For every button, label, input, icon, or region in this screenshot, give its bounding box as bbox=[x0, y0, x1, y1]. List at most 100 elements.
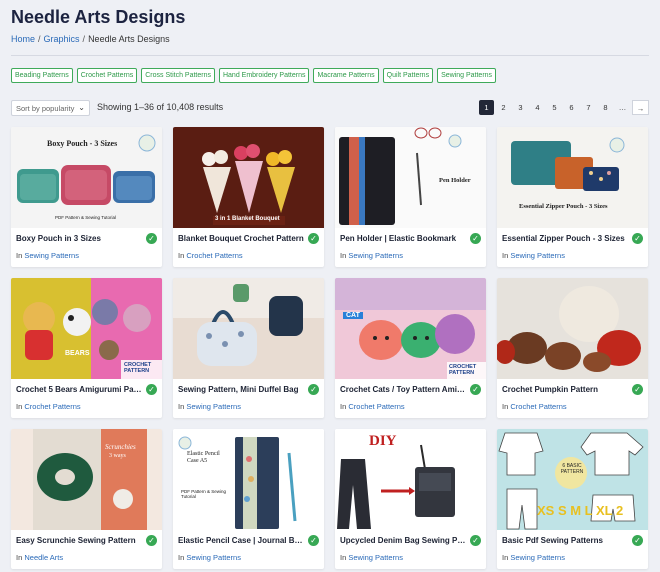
page-link-8[interactable]: 8 bbox=[598, 100, 613, 115]
product-thumbnail[interactable]: 6 BASIC PATTERN XS S M L XL 2 bbox=[497, 429, 648, 530]
check-icon: ✓ bbox=[470, 384, 481, 395]
thumbnail-subcaption: 6 BASIC PATTERN bbox=[560, 463, 584, 475]
denim-bag-image bbox=[335, 429, 486, 530]
result-count: Showing 1–36 of 10,408 results bbox=[97, 102, 224, 112]
product-grid: Boxy Pouch - 3 Sizes PDF Pattern & Sewin… bbox=[11, 127, 648, 569]
product-thumbnail[interactable]: Boxy Pouch - 3 Sizes PDF Pattern & Sewin… bbox=[11, 127, 162, 228]
filter-crochet-patterns[interactable]: Crochet Patterns bbox=[76, 68, 138, 83]
product-thumbnail[interactable]: BEARS CROCHET PATTERN bbox=[11, 278, 162, 379]
category-prefix: In bbox=[16, 553, 23, 562]
thumbnail-caption: Boxy Pouch - 3 Sizes bbox=[47, 139, 118, 148]
category-link[interactable]: Crochet Patterns bbox=[348, 402, 404, 411]
thumbnail-caption: Elastic Pencil Case A5 bbox=[187, 451, 220, 464]
product-title[interactable]: Boxy Pouch in 3 Sizes bbox=[16, 234, 142, 243]
category-link[interactable]: Crochet Patterns bbox=[510, 402, 566, 411]
check-icon: ✓ bbox=[146, 384, 157, 395]
thumbnail-caption: CROCHET PATTERN bbox=[124, 362, 152, 374]
product-card[interactable]: Crochet Pumpkin Pattern ✓ In Crochet Pat… bbox=[497, 278, 648, 418]
page-link-2[interactable]: 2 bbox=[496, 100, 511, 115]
crochet-pumpkin-image bbox=[497, 278, 648, 379]
product-title[interactable]: Crochet 5 Bears Amigurumi Pattern bbox=[16, 385, 142, 394]
pagination: 1 2 3 4 5 6 7 8 … → bbox=[479, 100, 649, 115]
product-thumbnail[interactable]: Scrunchies 3 ways bbox=[11, 429, 162, 530]
sort-select[interactable]: Sort by popularity ⌄ bbox=[11, 100, 90, 116]
category-link[interactable]: Sewing Patterns bbox=[510, 251, 565, 260]
page-link-6[interactable]: 6 bbox=[564, 100, 579, 115]
filter-hand-embroidery-patterns[interactable]: Hand Embroidery Patterns bbox=[218, 68, 310, 83]
filter-beading-patterns[interactable]: Beading Patterns bbox=[11, 68, 73, 83]
product-card[interactable]: Pen Holder Pen Holder | Elastic Bookmark… bbox=[335, 127, 486, 267]
product-title[interactable]: Pen Holder | Elastic Bookmark bbox=[340, 234, 466, 243]
breadcrumb-graphics[interactable]: Graphics bbox=[44, 34, 80, 44]
category-link[interactable]: Sewing Patterns bbox=[24, 251, 79, 260]
product-thumbnail[interactable]: Pen Holder bbox=[335, 127, 486, 228]
category-prefix: In bbox=[16, 251, 23, 260]
product-card[interactable]: Boxy Pouch - 3 Sizes PDF Pattern & Sewin… bbox=[11, 127, 162, 267]
product-card[interactable]: CAT CROCHET PATTERN Crochet Cats / Toy P… bbox=[335, 278, 486, 418]
breadcrumb: Home / Graphics / Needle Arts Designs bbox=[11, 34, 170, 44]
thumbnail-caption: DIY bbox=[369, 433, 397, 449]
product-thumbnail[interactable]: Elastic Pencil Case A5 PDF Pattern & Sew… bbox=[173, 429, 324, 530]
product-card[interactable]: 3 in 1 Blanket Bouquet Blanket Bouquet C… bbox=[173, 127, 324, 267]
product-card[interactable]: Scrunchies 3 ways Easy Scrunchie Sewing … bbox=[11, 429, 162, 569]
next-page-button[interactable]: → bbox=[632, 100, 649, 115]
product-title[interactable]: Crochet Pumpkin Pattern bbox=[502, 385, 628, 394]
check-icon: ✓ bbox=[470, 535, 481, 546]
breadcrumb-current: Needle Arts Designs bbox=[88, 34, 170, 44]
product-card[interactable]: DIY Upcycled Denim Bag Sewing Pattern ✓ … bbox=[335, 429, 486, 569]
category-prefix: In bbox=[16, 402, 23, 411]
product-title[interactable]: Upcycled Denim Bag Sewing Pattern bbox=[340, 536, 466, 545]
product-title[interactable]: Sewing Pattern, Mini Duffel Bag bbox=[178, 385, 304, 394]
product-thumbnail[interactable]: CAT CROCHET PATTERN bbox=[335, 278, 486, 379]
product-title[interactable]: Essential Zipper Pouch - 3 Sizes bbox=[502, 234, 628, 243]
product-thumbnail[interactable] bbox=[173, 278, 324, 379]
category-link[interactable]: Sewing Patterns bbox=[348, 251, 403, 260]
chevron-down-icon: ⌄ bbox=[78, 103, 85, 112]
product-title[interactable]: Blanket Bouquet Crochet Pattern bbox=[178, 234, 304, 243]
breadcrumb-separator: / bbox=[82, 34, 86, 44]
category-link[interactable]: Crochet Patterns bbox=[24, 402, 80, 411]
filter-macrame-patterns[interactable]: Macrame Patterns bbox=[313, 68, 379, 83]
filter-cross-stitch-patterns[interactable]: Cross Stitch Patterns bbox=[141, 68, 215, 83]
filter-quilt-patterns[interactable]: Quilt Patterns bbox=[382, 68, 434, 83]
category-prefix: In bbox=[502, 402, 509, 411]
category-prefix: In bbox=[340, 553, 347, 562]
check-icon: ✓ bbox=[308, 384, 319, 395]
product-category: In Crochet Patterns bbox=[16, 402, 81, 411]
category-link[interactable]: Crochet Patterns bbox=[186, 251, 242, 260]
category-link[interactable]: Sewing Patterns bbox=[510, 553, 565, 562]
page-link-5[interactable]: 5 bbox=[547, 100, 562, 115]
product-title[interactable]: Easy Scrunchie Sewing Pattern bbox=[16, 536, 142, 545]
category-link[interactable]: Sewing Patterns bbox=[186, 402, 241, 411]
product-card[interactable]: Sewing Pattern, Mini Duffel Bag ✓ In Sew… bbox=[173, 278, 324, 418]
product-card[interactable]: Elastic Pencil Case A5 PDF Pattern & Sew… bbox=[173, 429, 324, 569]
category-link[interactable]: Sewing Patterns bbox=[348, 553, 403, 562]
blanket-bouquet-image bbox=[173, 127, 324, 228]
product-card[interactable]: BEARS CROCHET PATTERN Crochet 5 Bears Am… bbox=[11, 278, 162, 418]
category-prefix: In bbox=[340, 251, 347, 260]
category-prefix: In bbox=[178, 553, 185, 562]
page-link-7[interactable]: 7 bbox=[581, 100, 596, 115]
page-link-3[interactable]: 3 bbox=[513, 100, 528, 115]
filter-sewing-patterns[interactable]: Sewing Patterns bbox=[437, 68, 497, 83]
thumbnail-caption: Scrunchies bbox=[105, 443, 136, 451]
category-link[interactable]: Sewing Patterns bbox=[186, 553, 241, 562]
product-title[interactable]: Crochet Cats / Toy Pattern Amigurumi bbox=[340, 385, 466, 394]
product-thumbnail[interactable]: 3 in 1 Blanket Bouquet bbox=[173, 127, 324, 228]
product-thumbnail[interactable] bbox=[497, 278, 648, 379]
check-icon: ✓ bbox=[632, 233, 643, 244]
page-link-1[interactable]: 1 bbox=[479, 100, 494, 115]
product-thumbnail[interactable]: Essential Zipper Pouch - 3 Sizes bbox=[497, 127, 648, 228]
breadcrumb-home[interactable]: Home bbox=[11, 34, 35, 44]
thumbnail-caption: Pen Holder bbox=[439, 177, 471, 184]
product-title[interactable]: Elastic Pencil Case | Journal Band bbox=[178, 536, 304, 545]
duffel-bag-image bbox=[173, 278, 324, 379]
product-title[interactable]: Basic Pdf Sewing Patterns bbox=[502, 536, 628, 545]
page-link-4[interactable]: 4 bbox=[530, 100, 545, 115]
product-card[interactable]: 6 BASIC PATTERN XS S M L XL 2 Basic Pdf … bbox=[497, 429, 648, 569]
product-thumbnail[interactable]: DIY bbox=[335, 429, 486, 530]
product-card[interactable]: Essential Zipper Pouch - 3 Sizes Essenti… bbox=[497, 127, 648, 267]
category-link[interactable]: Needle Arts bbox=[24, 553, 63, 562]
thumbnail-caption: CROCHET PATTERN bbox=[449, 364, 477, 376]
category-prefix: In bbox=[502, 553, 509, 562]
